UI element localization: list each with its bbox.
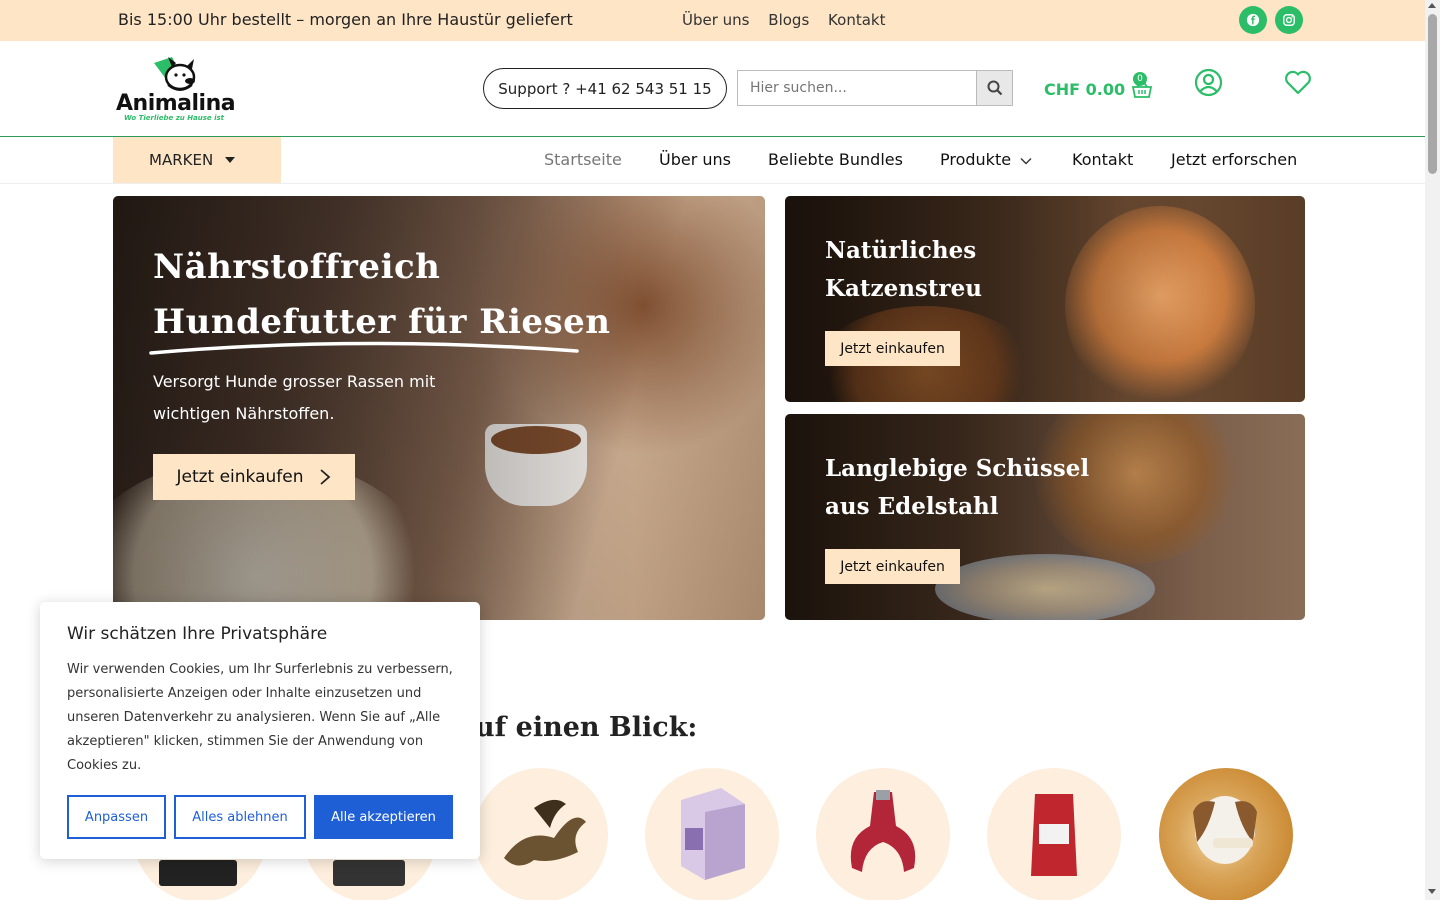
nav-item-beliebte-bundles[interactable]: Beliebte Bundles	[768, 150, 903, 169]
hero-banner[interactable]: Nährstoffreich Hundefutter für Riesen Ve…	[113, 196, 765, 620]
scroll-up-arrow-icon[interactable]	[1428, 3, 1436, 8]
promo-text: Bis 15:00 Uhr bestellt – morgen an Ihre …	[118, 10, 573, 29]
hero-title: Nährstoffreich Hundefutter für Riesen	[153, 240, 611, 350]
hero-shop-button[interactable]: Jetzt einkaufen	[153, 454, 355, 500]
hero-title-line2: Hundefutter für Riesen	[153, 302, 611, 342]
search-input[interactable]	[738, 71, 976, 105]
top-link-ueber-uns[interactable]: Über uns	[682, 11, 750, 29]
banner-title: Langlebige Schüssel aus Edelstahl	[825, 450, 1089, 526]
category-product-image	[1031, 794, 1077, 876]
nav-item-ueber-uns[interactable]: Über uns	[659, 150, 731, 169]
category-product-image	[504, 799, 586, 866]
nav-item-produkte[interactable]: Produkte	[940, 150, 1032, 169]
category-circle-catfood[interactable]	[645, 768, 779, 900]
user-account-icon[interactable]	[1194, 68, 1223, 97]
hero-shop-label: Jetzt einkaufen	[176, 467, 304, 487]
instagram-icon[interactable]	[1275, 6, 1303, 34]
top-link-kontakt[interactable]: Kontakt	[828, 11, 885, 29]
category-dog-image	[1193, 796, 1257, 864]
search-button[interactable]	[976, 71, 1012, 105]
cookie-customize-button[interactable]: Anpassen	[67, 795, 166, 839]
cart-count-badge: 0	[1133, 72, 1147, 86]
banner-title-line1: Langlebige Schüssel	[825, 455, 1090, 482]
top-link-blogs[interactable]: Blogs	[768, 11, 809, 29]
category-product-image	[333, 860, 405, 886]
category-circle-chews[interactable]	[474, 768, 608, 900]
brands-dropdown[interactable]: MARKEN	[113, 137, 281, 183]
nav-item-startseite[interactable]: Startseite	[544, 150, 622, 169]
banner-katzenstreu[interactable]: Natürliches Katzenstreu Jetzt einkaufen	[785, 196, 1305, 402]
banner-title-line1: Natürliches	[825, 237, 977, 264]
banner-title: Natürliches Katzenstreu	[825, 232, 982, 308]
main-nav: MARKEN Startseite Über uns Beliebte Bund…	[0, 137, 1425, 184]
page-scrollbar[interactable]	[1425, 0, 1440, 900]
banner-title-line2: Katzenstreu	[825, 275, 982, 302]
banner-shop-button[interactable]: Jetzt einkaufen	[825, 549, 960, 584]
category-circle-dog[interactable]	[1159, 768, 1293, 900]
category-circle-harness[interactable]	[816, 768, 950, 900]
chevron-right-icon	[319, 469, 330, 485]
category-product-image	[681, 788, 745, 880]
caret-down-icon	[225, 157, 236, 163]
categories-title: uf einen Blick:	[475, 712, 698, 743]
facebook-icon[interactable]	[1239, 6, 1267, 34]
top-bar: Bis 15:00 Uhr bestellt – morgen an Ihre …	[0, 0, 1425, 41]
brands-label: MARKEN	[149, 151, 214, 169]
nav-item-jetzt-erforschen[interactable]: Jetzt erforschen	[1171, 150, 1297, 169]
hero-subtitle: Versorgt Hunde grosser Rassen mit wichti…	[153, 372, 436, 423]
category-product-image	[850, 790, 916, 872]
hero-title-line1: Nährstoffreich	[153, 247, 441, 287]
nav-item-kontakt[interactable]: Kontakt	[1072, 150, 1133, 169]
cookie-accept-button[interactable]: Alle akzeptieren	[314, 795, 453, 839]
banner-shop-button[interactable]: Jetzt einkaufen	[825, 331, 960, 366]
wishlist-heart-icon[interactable]	[1284, 70, 1312, 95]
cart-total: CHF 0.00	[1044, 79, 1126, 99]
top-links: Über uns Blogs Kontakt	[682, 11, 899, 29]
logo-tagline: Wo Tierliebe zu Hause ist	[124, 114, 225, 122]
cookie-title: Wir schätzen Ihre Privatsphäre	[67, 624, 328, 644]
cookie-reject-button[interactable]: Alles ablehnen	[174, 795, 306, 839]
search-bar	[737, 70, 1013, 106]
cookie-text: Wir verwenden Cookies, um Ihr Surferlebn…	[67, 662, 453, 773]
site-header: Animalina Wo Tierliebe zu Hause ist Supp…	[0, 41, 1425, 137]
support-phone-button[interactable]: Support ? +41 62 543 51 15	[483, 68, 727, 109]
banner-schuessel[interactable]: Langlebige Schüssel aus Edelstahl Jetzt …	[785, 414, 1305, 620]
search-icon	[987, 80, 1002, 96]
scrollbar-thumb[interactable]	[1428, 14, 1437, 174]
chevron-down-icon	[1020, 158, 1032, 165]
category-product-image	[159, 860, 237, 886]
scroll-down-arrow-icon[interactable]	[1428, 889, 1436, 894]
title-underline-swoosh	[149, 341, 579, 355]
banner-title-line2: aus Edelstahl	[825, 493, 999, 520]
category-circle-dryfood[interactable]	[987, 768, 1121, 900]
logo-text[interactable]: Animalina	[116, 91, 236, 116]
nav-item-produkte-label: Produkte	[940, 150, 1012, 169]
cookie-consent-dialog: Wir schätzen Ihre Privatsphäre Wir verwe…	[40, 602, 480, 859]
